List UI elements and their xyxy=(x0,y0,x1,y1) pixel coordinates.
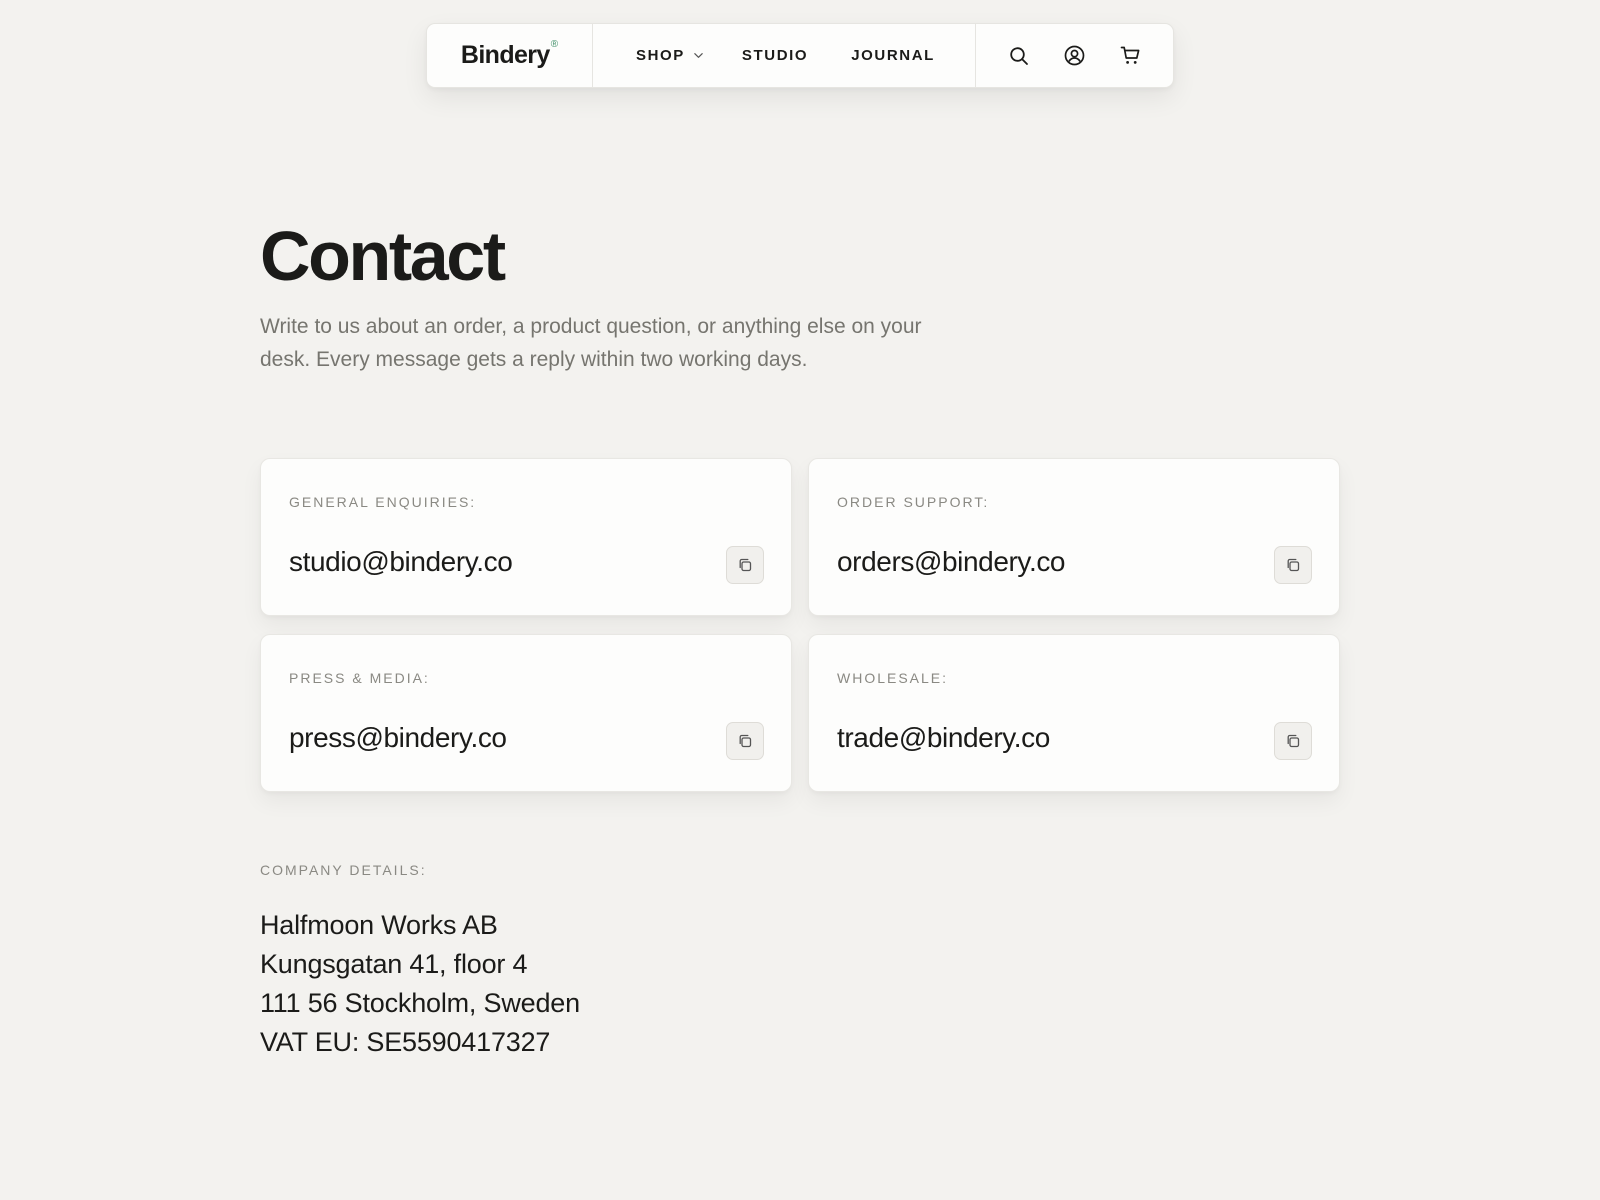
card-label: ORDER SUPPORT: xyxy=(837,494,990,510)
copy-icon xyxy=(739,558,752,572)
cart-button[interactable] xyxy=(1120,45,1142,67)
email-link[interactable]: trade@bindery.co xyxy=(837,722,1050,754)
email-link[interactable]: studio@bindery.co xyxy=(289,546,513,578)
card-label: WHOLESALE: xyxy=(837,670,949,686)
email-link[interactable]: press@bindery.co xyxy=(289,722,507,754)
nav-links: SHOP STUDIO JOURNAL xyxy=(593,24,976,87)
top-nav: Bindery ® SHOP STUDIO JOURNAL xyxy=(426,23,1174,88)
account-icon xyxy=(1064,45,1085,66)
card-label: PRESS & MEDIA: xyxy=(289,670,430,686)
nav-shop-label: SHOP xyxy=(636,47,685,64)
cart-icon xyxy=(1120,46,1140,64)
card-label: GENERAL ENQUIRIES: xyxy=(289,494,477,510)
nav-shop[interactable]: SHOP xyxy=(636,47,704,64)
copy-button[interactable] xyxy=(1274,722,1312,760)
contact-page: Bindery ® SHOP STUDIO JOURNAL Contact Wr… xyxy=(0,0,1600,1200)
company-address: Halfmoon Works AB Kungsgatan 41, floor 4… xyxy=(260,906,580,1062)
contact-card-wholesale: WHOLESALE: trade@bindery.co xyxy=(808,634,1340,792)
company-details-label: COMPANY DETAILS: xyxy=(260,862,427,878)
search-icon xyxy=(1009,46,1028,65)
copy-icon xyxy=(739,734,752,748)
copy-icon xyxy=(1287,558,1300,572)
company-vat: VAT EU: SE5590417327 xyxy=(260,1027,551,1057)
nav-studio[interactable]: STUDIO xyxy=(742,47,808,64)
contact-card-orders: ORDER SUPPORT: orders@bindery.co xyxy=(808,458,1340,616)
email-link[interactable]: orders@bindery.co xyxy=(837,546,1066,578)
nav-journal[interactable]: JOURNAL xyxy=(851,47,935,64)
chevron-down-icon xyxy=(694,53,703,58)
company-city: 111 56 Stockholm, Sweden xyxy=(260,988,580,1018)
copy-button[interactable] xyxy=(1274,546,1312,584)
copy-button[interactable] xyxy=(726,546,764,584)
copy-button[interactable] xyxy=(726,722,764,760)
search-button[interactable] xyxy=(1008,45,1030,67)
contact-card-general: GENERAL ENQUIRIES: studio@bindery.co xyxy=(260,458,792,616)
company-name: Halfmoon Works AB xyxy=(260,910,498,940)
page-subtitle: Write to us about an order, a product qu… xyxy=(260,315,922,371)
page-title: Contact xyxy=(260,217,506,295)
nav-icons xyxy=(976,24,1173,87)
copy-icon xyxy=(1287,734,1300,748)
brand-logo[interactable]: Bindery ® xyxy=(427,24,593,87)
brand-name: Bindery xyxy=(460,41,550,69)
contact-card-press: PRESS & MEDIA: press@bindery.co xyxy=(260,634,792,792)
company-street: Kungsgatan 41, floor 4 xyxy=(260,949,528,979)
account-button[interactable] xyxy=(1064,45,1086,67)
registered-mark: ® xyxy=(550,39,559,50)
